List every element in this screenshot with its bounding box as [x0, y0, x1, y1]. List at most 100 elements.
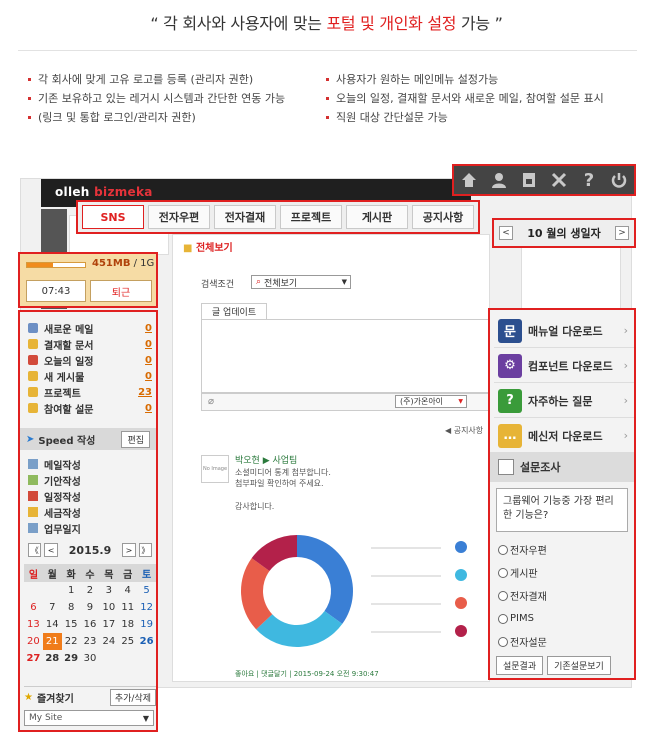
- document-icon[interactable]: [518, 169, 540, 191]
- headline-prefix: “ 각 회사와 사용자에 맞는: [150, 14, 327, 33]
- survey-title: 설문조사: [520, 461, 561, 474]
- calendar-last-next-button[interactable]: 》: [138, 543, 153, 557]
- post-actions[interactable]: 좋아요 | 댓글달기 | 2015-09-24 오전 9:30:47: [235, 669, 379, 679]
- notice-tag[interactable]: ◀ 공지사항: [445, 425, 483, 436]
- calendar-first-prev-button[interactable]: 《: [28, 543, 42, 557]
- right-menu-item[interactable]: ? 자주하는 질문 ›: [494, 384, 634, 418]
- survey-option[interactable]: 게시판: [498, 561, 547, 584]
- no-image-placeholder: No Image: [201, 455, 229, 483]
- post-author[interactable]: 박오현 ▶ 사업팀: [235, 453, 297, 466]
- tab-board[interactable]: 게시판: [346, 205, 408, 229]
- calendar-day[interactable]: 26: [137, 633, 156, 650]
- summary-menu-item[interactable]: 새로운 메일 0: [28, 320, 152, 336]
- calendar-day[interactable]: 21: [42, 633, 62, 650]
- favorites-edit-button[interactable]: 추가/삭제: [109, 689, 156, 706]
- calendar-day[interactable]: 28: [43, 650, 62, 667]
- calendar-day[interactable]: 10: [99, 599, 118, 616]
- right-menu-item[interactable]: 문 매뉴얼 다운로드 ›: [494, 314, 634, 348]
- survey-option[interactable]: PIMS: [498, 607, 547, 630]
- tab-sns[interactable]: SNS: [82, 205, 144, 229]
- calendar-day[interactable]: 12: [137, 599, 156, 616]
- tab-mail[interactable]: 전자우편: [148, 205, 210, 229]
- calendar-day[interactable]: 18: [118, 616, 137, 633]
- calendar-day[interactable]: 14: [43, 616, 62, 633]
- summary-menu-item[interactable]: 새 게시물 0: [28, 368, 152, 384]
- menu-item-count[interactable]: 0: [145, 339, 152, 350]
- speed-write-item[interactable]: 메일작성: [28, 456, 81, 472]
- speed-write-item[interactable]: 업무일지: [28, 520, 81, 536]
- calendar-day[interactable]: 29: [62, 650, 81, 667]
- calendar-day[interactable]: 5: [137, 582, 156, 599]
- menu-item-count[interactable]: 0: [145, 323, 152, 334]
- calendar-day[interactable]: 15: [62, 616, 81, 633]
- menu-item-count[interactable]: 23: [138, 387, 152, 398]
- survey-option[interactable]: 전자우편: [498, 538, 547, 561]
- survey-option[interactable]: 전자결재: [498, 584, 547, 607]
- filter-select[interactable]: ⌕ 전체보기 ▼: [251, 275, 351, 289]
- calendar-prev-button[interactable]: <: [44, 543, 58, 557]
- radio-button[interactable]: [498, 590, 508, 601]
- calendar-day[interactable]: 24: [99, 633, 118, 650]
- menu-item-count[interactable]: 0: [145, 403, 152, 414]
- calendar-day[interactable]: 6: [24, 599, 43, 616]
- calendar-day[interactable]: 13: [24, 616, 43, 633]
- calendar-day[interactable]: 9: [81, 599, 100, 616]
- calendar-day[interactable]: 19: [137, 616, 156, 633]
- tab-notice[interactable]: 공지사항: [412, 205, 474, 229]
- radio-button[interactable]: [498, 636, 508, 647]
- birthday-next-button[interactable]: >: [614, 226, 629, 240]
- power-icon[interactable]: [608, 169, 630, 191]
- speed-write-item[interactable]: 일정작성: [28, 488, 81, 504]
- menu-item-count[interactable]: 0: [145, 355, 152, 366]
- app-logo[interactable]: olleh bizmeka: [55, 185, 153, 199]
- calendar-day[interactable]: 20: [24, 633, 43, 650]
- user-icon[interactable]: [488, 169, 510, 191]
- help-icon[interactable]: ?: [578, 169, 600, 191]
- radio-button[interactable]: [498, 613, 508, 624]
- calendar-day[interactable]: 22: [62, 633, 81, 650]
- right-menu-item[interactable]: … 메신저 다운로드 ›: [494, 419, 634, 453]
- calendar-day[interactable]: 27: [24, 650, 43, 667]
- tab-approval[interactable]: 전자결재: [214, 205, 276, 229]
- survey-history-button[interactable]: 기존설문보기: [547, 656, 611, 675]
- calendar-day[interactable]: 3: [99, 582, 118, 599]
- company-select[interactable]: (주)가온아이 ▼: [395, 395, 467, 408]
- calendar-day: [43, 582, 62, 599]
- speed-write-item[interactable]: 기안작성: [28, 472, 81, 488]
- write-tab[interactable]: 글 업데이트: [201, 303, 267, 319]
- speed-write-item[interactable]: 세금작성: [28, 504, 81, 520]
- calendar-day[interactable]: 16: [81, 616, 100, 633]
- calendar-day[interactable]: 11: [118, 599, 137, 616]
- calendar-day[interactable]: 1: [62, 582, 81, 599]
- home-icon[interactable]: [458, 169, 480, 191]
- tools-icon[interactable]: [548, 169, 570, 191]
- menu-item-count[interactable]: 0: [145, 371, 152, 382]
- speed-edit-button[interactable]: 편집: [121, 430, 150, 448]
- calendar-day[interactable]: 7: [43, 599, 62, 616]
- calendar-day[interactable]: 8: [62, 599, 81, 616]
- attach-icon[interactable]: ⌀: [208, 396, 214, 407]
- summary-menu-item[interactable]: 참여할 설문 0: [28, 400, 152, 416]
- birthday-prev-button[interactable]: <: [499, 226, 513, 240]
- tab-project[interactable]: 프로젝트: [280, 205, 342, 229]
- calendar-day[interactable]: 25: [118, 633, 137, 650]
- right-menu-item[interactable]: ⚙ 컴포넌트 다운로드 ›: [494, 349, 634, 383]
- leave-button[interactable]: 퇴근: [90, 280, 152, 302]
- calendar-day[interactable]: 2: [81, 582, 100, 599]
- radio-button[interactable]: [498, 567, 508, 578]
- post-textarea[interactable]: [201, 319, 491, 393]
- post-thanks: 감사합니다.: [235, 502, 275, 511]
- survey-result-button[interactable]: 설문결과: [496, 656, 544, 675]
- calendar-day[interactable]: 4: [118, 582, 137, 599]
- favorites-select[interactable]: My Site ▼: [24, 710, 154, 726]
- summary-menu-item[interactable]: 결재할 문서 0: [28, 336, 152, 352]
- summary-menu-item[interactable]: 프로젝트 23: [28, 384, 152, 400]
- summary-menu-item[interactable]: 오늘의 일정 0: [28, 352, 152, 368]
- survey-option[interactable]: 전자설문: [498, 630, 547, 653]
- radio-button[interactable]: [498, 544, 508, 555]
- calendar-day[interactable]: 30: [81, 650, 100, 667]
- birthday-list: [521, 239, 621, 319]
- calendar-day[interactable]: 23: [81, 633, 100, 650]
- calendar-day[interactable]: 17: [99, 616, 118, 633]
- calendar-next-button[interactable]: >: [122, 543, 136, 557]
